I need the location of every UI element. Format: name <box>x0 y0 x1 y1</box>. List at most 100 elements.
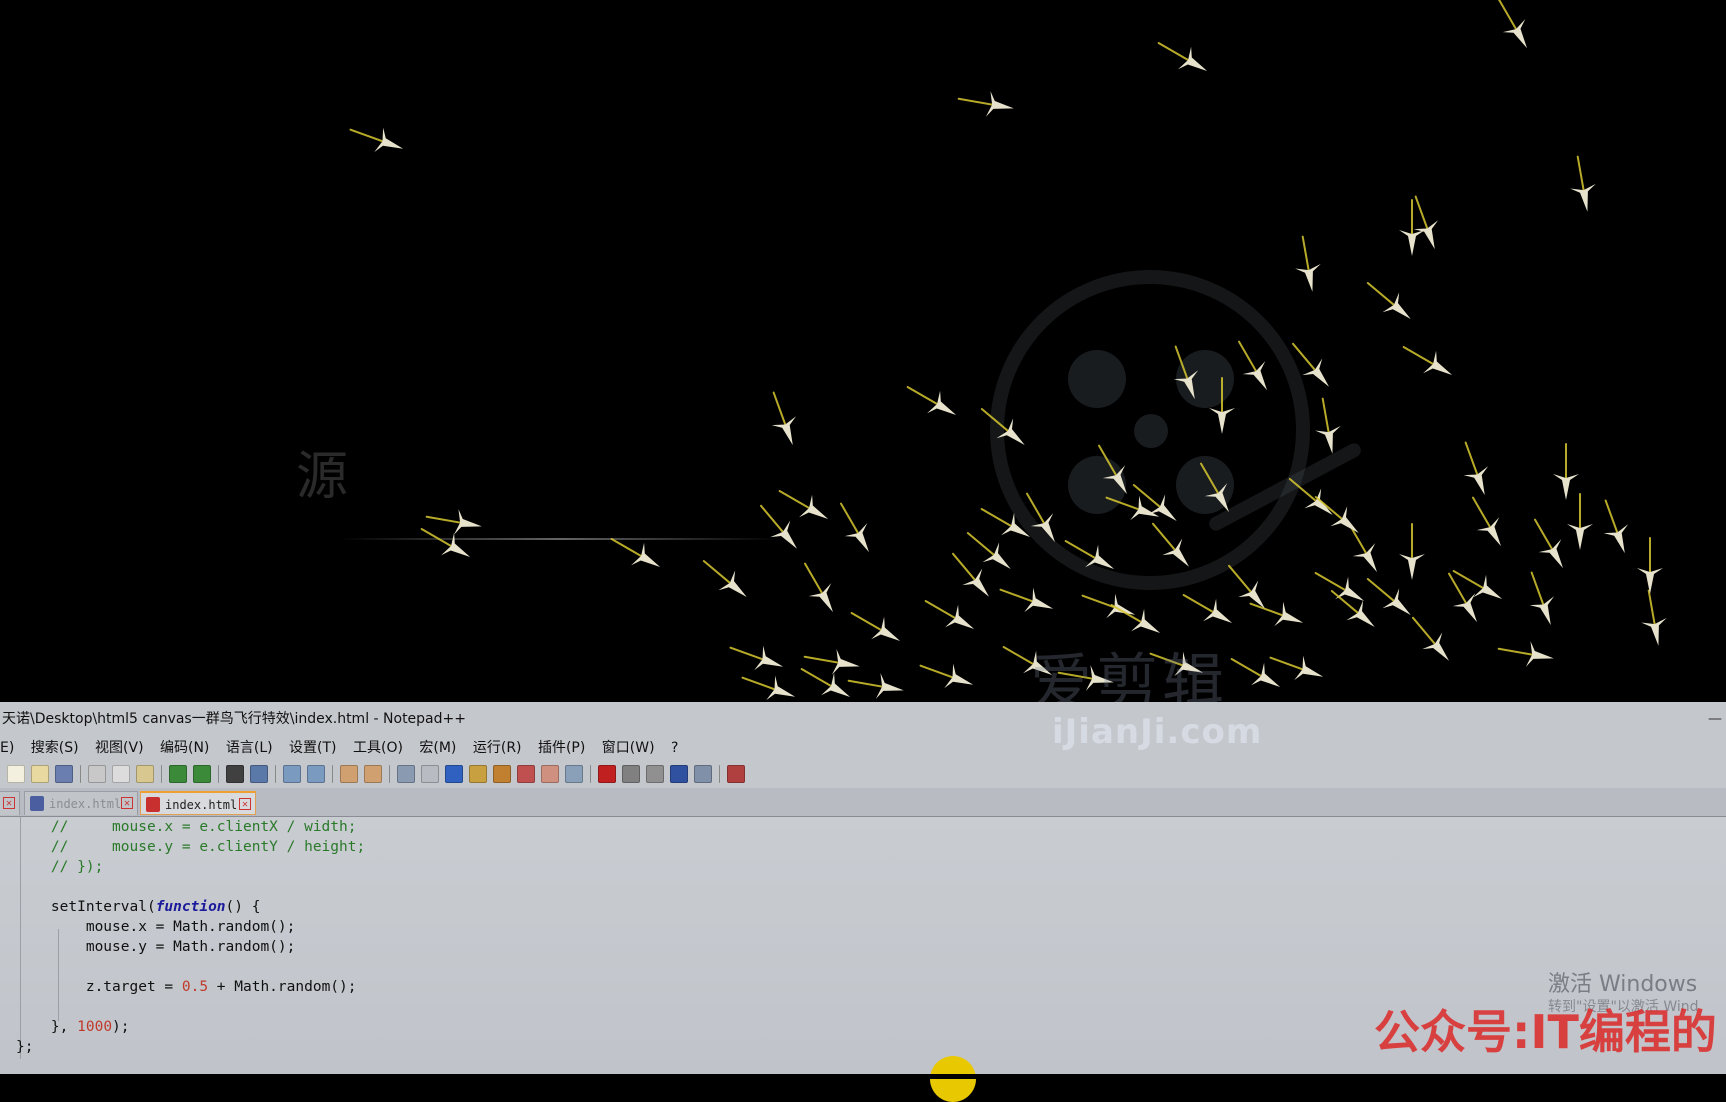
menu-item-macro[interactable]: 宏(M) <box>419 736 456 760</box>
copy-icon[interactable] <box>112 765 130 783</box>
bird-body <box>1204 483 1229 513</box>
menu-item-view[interactable]: 视图(V) <box>95 736 144 760</box>
function-list-icon[interactable] <box>493 765 511 783</box>
code-line: // }); <box>16 857 103 877</box>
bird-body <box>875 673 904 699</box>
close-icon[interactable]: ✕ <box>239 798 251 810</box>
run-macro-multiple-icon[interactable] <box>670 765 688 783</box>
tab-partial[interactable]: ✕ <box>0 791 20 815</box>
bird <box>1529 571 1555 626</box>
bird <box>349 127 404 153</box>
bird-body <box>374 127 404 153</box>
redo-icon[interactable] <box>193 765 211 783</box>
save-icon[interactable] <box>55 765 73 783</box>
sync-vertical-icon[interactable] <box>340 765 358 783</box>
bird <box>1132 484 1177 521</box>
find-icon[interactable] <box>226 765 244 783</box>
toolbar-separator <box>80 765 81 783</box>
bird-body <box>1203 598 1233 623</box>
bird-body <box>1315 425 1341 454</box>
menu-item-settings[interactable]: 设置(T) <box>289 736 336 760</box>
word-wrap-icon[interactable] <box>397 765 415 783</box>
bird <box>1295 235 1321 292</box>
menu-item-help[interactable]: ? <box>671 736 678 760</box>
paste-icon[interactable] <box>136 765 154 783</box>
comment: // mouse.x = e.clientX / width; <box>50 819 357 835</box>
tab-label: index.html <box>49 797 122 811</box>
bird <box>1330 590 1375 627</box>
menu-item-tools[interactable]: 工具(O) <box>353 736 403 760</box>
bird <box>1292 342 1329 387</box>
bird-trail <box>1414 195 1430 234</box>
code-line: setInterval(function() { <box>16 897 261 917</box>
bird <box>966 532 1011 569</box>
menu-item-language[interactable]: 语言(L) <box>226 736 273 760</box>
bird <box>760 504 797 549</box>
bird-trail <box>1105 496 1144 512</box>
bird-trail <box>1026 492 1047 528</box>
bird-trail <box>772 391 788 430</box>
folder-workspace-icon[interactable] <box>517 765 535 783</box>
bird-body <box>1463 466 1489 496</box>
bird-body <box>1302 358 1329 387</box>
open-file-icon[interactable] <box>31 765 49 783</box>
menu-item-run[interactable]: 运行(R) <box>473 736 522 760</box>
bird-trail <box>1301 235 1311 276</box>
bird-body <box>1346 600 1375 627</box>
zoom-out-icon[interactable] <box>307 765 325 783</box>
bird <box>1152 522 1189 567</box>
close-icon[interactable]: ✕ <box>121 797 133 809</box>
bird-body <box>996 418 1025 445</box>
bird <box>1366 282 1411 319</box>
bird-trail <box>1604 499 1620 538</box>
bird-body <box>1473 574 1503 599</box>
cut-icon[interactable] <box>88 765 106 783</box>
canvas-stage[interactable]: 源 爱剪辑 <box>0 0 1726 702</box>
bird-trail <box>1157 42 1193 63</box>
save-macro-icon[interactable] <box>694 765 712 783</box>
menu-item-search[interactable]: 搜索(S) <box>31 736 79 760</box>
window-titlebar[interactable]: 天诺\Desktop\html5 canvas一群鸟飞行特效\index.htm… <box>0 702 1726 736</box>
code-token: mouse.y = Math.random(); <box>85 939 296 955</box>
undo-icon[interactable] <box>169 765 187 783</box>
tab-index-html-2[interactable]: index.html ✕ <box>140 791 256 815</box>
menu-item-edit[interactable]: E) <box>0 736 14 760</box>
tab-label: index.html <box>165 798 238 812</box>
record-macro-icon[interactable] <box>598 765 616 783</box>
stop-macro-icon[interactable] <box>622 765 640 783</box>
indent-guide-icon[interactable] <box>445 765 463 783</box>
folder-icon[interactable] <box>541 765 559 783</box>
bird <box>1182 594 1233 623</box>
code-line: mouse.y = Math.random(); <box>16 937 296 957</box>
bird-trail <box>1576 155 1586 196</box>
show-all-chars-icon[interactable] <box>421 765 439 783</box>
zoom-in-icon[interactable] <box>283 765 301 783</box>
spellcheck-icon[interactable] <box>727 765 745 783</box>
bird-body <box>1538 539 1563 569</box>
bird-body <box>718 570 747 597</box>
tab-index-html-1[interactable]: index.html ✕ <box>24 791 138 815</box>
sync-horizontal-icon[interactable] <box>364 765 382 783</box>
comment: // }); <box>50 859 104 875</box>
monitor-icon[interactable] <box>565 765 583 783</box>
bird-body <box>441 532 471 557</box>
doc-map-icon[interactable] <box>469 765 487 783</box>
replace-icon[interactable] <box>250 765 268 783</box>
menu-item-encoding[interactable]: 编码(N) <box>160 736 209 760</box>
bird-trail <box>1288 478 1320 505</box>
menu-item-plugins[interactable]: 插件(P) <box>538 736 585 760</box>
minimize-icon[interactable]: — <box>1708 702 1722 736</box>
bird-trail <box>804 562 825 598</box>
play-macro-icon[interactable] <box>646 765 664 783</box>
bird-trail <box>1174 345 1190 384</box>
bird <box>778 490 829 519</box>
bird-body <box>1024 587 1054 613</box>
code-token: () { <box>225 899 261 915</box>
close-icon[interactable]: ✕ <box>3 797 15 809</box>
new-file-icon[interactable] <box>7 765 25 783</box>
bird-body <box>1251 662 1281 687</box>
menu-item-window[interactable]: 窗口(W) <box>602 736 655 760</box>
bird-body <box>982 542 1011 569</box>
bird <box>771 391 797 446</box>
bird-body <box>945 604 975 629</box>
